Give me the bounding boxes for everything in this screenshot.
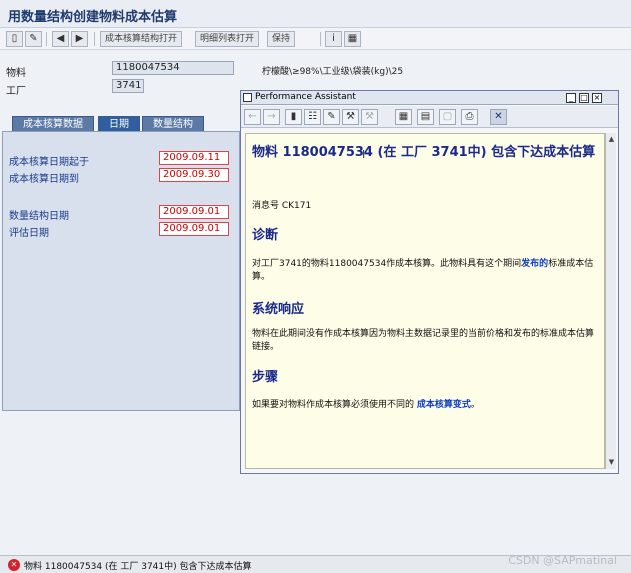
costing-date-to-label: 成本核算日期到	[9, 174, 79, 185]
layout-icon[interactable]: ▦	[344, 31, 361, 47]
comment-icon[interactable]: ▤	[417, 109, 434, 125]
costing-date-from-label: 成本核算日期起于	[9, 157, 89, 168]
open-costing-structure-button[interactable]: 成本核算结构打开	[100, 31, 183, 47]
status-message[interactable]: 物料 1180047534 (在 工厂 3741中) 包含下达成本估算	[24, 559, 252, 572]
error-icon: ✕	[8, 559, 20, 571]
material-description: 柠檬酸\≥98%\工业级\袋装(kg)\25	[262, 67, 404, 77]
note-icon[interactable]: ▢	[439, 109, 456, 125]
book-icon[interactable]: ▮	[285, 109, 302, 125]
material-field[interactable]: 1180047534	[112, 61, 234, 75]
quantity-structure-date-field[interactable]: 2009.09.01	[159, 205, 229, 219]
quantity-structure-date-label: 数量结构日期	[9, 211, 69, 222]
released-link[interactable]: 发布的	[521, 259, 548, 269]
diagnosis-text: 对工厂3741的物料1180047534作成本核算。此物料具有这个期间发布的标准…	[252, 259, 594, 282]
valuation-date-field[interactable]: 2009.09.01	[159, 222, 229, 236]
system-response-title: 系统响应	[252, 302, 305, 317]
window-icon	[243, 93, 252, 102]
valuation-date-label: 评估日期	[9, 228, 49, 239]
tools-disabled-icon[interactable]: ⚒	[361, 109, 378, 125]
title-bar: 用数量结构创建物料成本估算	[0, 0, 631, 28]
tab-costing-data[interactable]: 成本核算数据	[12, 116, 94, 132]
procedure-text: 如果要对物料作成本核算必须使用不同的 成本核算变式。	[252, 400, 480, 410]
material-label: 物料	[6, 68, 26, 79]
forward-icon[interactable]: →	[263, 109, 280, 125]
assistant-content: 物料 1180047534 (在 工厂 3741中) 包含下达成本估算 消息号 …	[245, 133, 605, 469]
info-icon[interactable]: ⅰ	[325, 31, 342, 47]
print-icon[interactable]: ⎙	[461, 109, 478, 125]
assistant-scrollbar[interactable]: ▲ ▼	[605, 133, 616, 469]
back-icon[interactable]: ←	[244, 109, 261, 125]
application-toolbar: ▯ ✎ ◀ ▶ 成本核算结构打开 明细列表打开 保持 ⅰ ▦	[0, 28, 631, 50]
assistant-title-bar: Performance Assistant _ □ ×	[241, 91, 618, 105]
costing-variant-link[interactable]: 成本核算变式	[417, 400, 471, 410]
window-title: 用数量结构创建物料成本估算	[8, 10, 178, 25]
scroll-down-icon[interactable]: ▼	[607, 458, 616, 467]
plant-field[interactable]: 3741	[112, 79, 144, 93]
assistant-toolbar: ← → ▮ ☷ ✎ ⚒ ⚒ ▦ ▤ ▢ ⎙ ✕	[241, 106, 618, 128]
text-cursor-icon: I	[362, 148, 366, 161]
scroll-up-icon[interactable]: ▲	[607, 135, 616, 144]
structure-icon[interactable]: ☷	[304, 109, 321, 125]
message-number: 消息号 CK171	[252, 201, 312, 211]
tools-icon[interactable]: ⚒	[342, 109, 359, 125]
performance-assistant-window: Performance Assistant _ □ × ← → ▮ ☷ ✎ ⚒ …	[240, 90, 619, 474]
edit-toggle-icon[interactable]: ✎	[25, 31, 42, 47]
assistant-title: Performance Assistant	[255, 92, 356, 102]
edit-icon[interactable]: ✎	[323, 109, 340, 125]
costing-date-from-field[interactable]: 2009.09.11	[159, 151, 229, 165]
close-assistant-icon[interactable]: ✕	[490, 109, 507, 125]
diagnosis-title: 诊断	[252, 228, 279, 243]
maximize-icon[interactable]: □	[579, 93, 589, 103]
hold-button[interactable]: 保持	[267, 31, 296, 47]
minimize-icon[interactable]: _	[566, 93, 576, 103]
open-detail-list-button[interactable]: 明细列表打开	[195, 31, 260, 47]
table-icon[interactable]: ▦	[395, 109, 412, 125]
procedure-title: 步骤	[252, 370, 279, 385]
costing-date-to-field[interactable]: 2009.09.30	[159, 168, 229, 182]
next-icon[interactable]: ▶	[71, 31, 88, 47]
new-document-icon[interactable]: ▯	[6, 31, 23, 47]
plant-label: 工厂	[6, 86, 26, 97]
tab-dates[interactable]: 日期	[98, 116, 140, 132]
close-icon[interactable]: ×	[592, 93, 602, 103]
dates-panel: 成本核算日期起于 2009.09.11 成本核算日期到 2009.09.30 数…	[2, 131, 240, 411]
assistant-heading: 物料 1180047534 (在 工厂 3741中) 包含下达成本估算	[252, 145, 596, 160]
tab-quantity-structure[interactable]: 数量结构	[142, 116, 204, 132]
system-response-text: 物料在此期间没有作成本核算因为物料主数据记录里的当前价格和发布的标准成本估算链接…	[252, 329, 595, 352]
previous-icon[interactable]: ◀	[52, 31, 69, 47]
watermark: CSDN @SAPmatinal	[508, 554, 617, 567]
